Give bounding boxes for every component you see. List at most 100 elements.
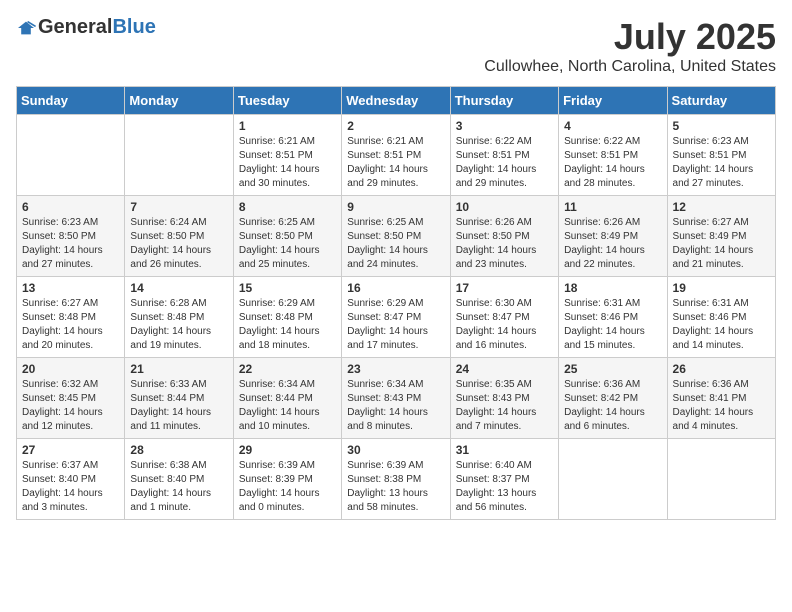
day-number: 7 [130,200,227,214]
calendar-cell: 2 Sunrise: 6:21 AM Sunset: 8:51 PM Daylig… [342,115,450,196]
day-info: Sunrise: 6:29 AM Sunset: 8:47 PM Dayligh… [347,297,444,353]
day-number: 24 [456,362,553,376]
calendar-cell: 1 Sunrise: 6:21 AM Sunset: 8:51 PM Daylig… [233,115,341,196]
day-info: Sunrise: 6:31 AM Sunset: 8:46 PM Dayligh… [673,297,770,353]
day-info: Sunrise: 6:22 AM Sunset: 8:51 PM Dayligh… [456,135,553,191]
week-row-5: 27 Sunrise: 6:37 AM Sunset: 8:40 PM Dayli… [17,439,776,520]
day-info: Sunrise: 6:39 AM Sunset: 8:39 PM Dayligh… [239,459,336,515]
day-number: 23 [347,362,444,376]
day-info: Sunrise: 6:26 AM Sunset: 8:50 PM Dayligh… [456,216,553,272]
weekday-header-sunday: Sunday [17,87,125,115]
day-number: 13 [22,281,119,295]
day-number: 19 [673,281,770,295]
day-number: 16 [347,281,444,295]
day-info: Sunrise: 6:22 AM Sunset: 8:51 PM Dayligh… [564,135,661,191]
calendar-cell: 26 Sunrise: 6:36 AM Sunset: 8:41 PM Dayli… [667,358,775,439]
day-info: Sunrise: 6:27 AM Sunset: 8:48 PM Dayligh… [22,297,119,353]
calendar-body: 1 Sunrise: 6:21 AM Sunset: 8:51 PM Daylig… [17,115,776,520]
logo: General Blue [16,16,156,39]
calendar-cell: 20Sunrise: 6:32 AM Sunset: 8:45 PM Dayli… [17,358,125,439]
calendar-cell: 8 Sunrise: 6:25 AM Sunset: 8:50 PM Daylig… [233,196,341,277]
day-number: 17 [456,281,553,295]
day-info: Sunrise: 6:21 AM Sunset: 8:51 PM Dayligh… [239,135,336,191]
day-info: Sunrise: 6:36 AM Sunset: 8:41 PM Dayligh… [673,378,770,434]
weekday-header-wednesday: Wednesday [342,87,450,115]
day-number: 4 [564,119,661,133]
calendar-cell: 4 Sunrise: 6:22 AM Sunset: 8:51 PM Daylig… [559,115,667,196]
week-row-2: 6Sunrise: 6:23 AM Sunset: 8:50 PM Daylig… [17,196,776,277]
calendar-cell: 12Sunrise: 6:27 AM Sunset: 8:49 PM Dayli… [667,196,775,277]
logo-icon [16,20,36,36]
day-number: 27 [22,443,119,457]
weekday-row: SundayMondayTuesdayWednesdayThursdayFrid… [17,87,776,115]
day-number: 3 [456,119,553,133]
day-info: Sunrise: 6:36 AM Sunset: 8:42 PM Dayligh… [564,378,661,434]
day-number: 20 [22,362,119,376]
day-number: 26 [673,362,770,376]
calendar-cell [559,439,667,520]
calendar-cell: 11 Sunrise: 6:26 AM Sunset: 8:49 PM Dayli… [559,196,667,277]
calendar-cell: 23 Sunrise: 6:34 AM Sunset: 8:43 PM Dayli… [342,358,450,439]
calendar-cell [125,115,233,196]
calendar-cell: 5Sunrise: 6:23 AM Sunset: 8:51 PM Daylig… [667,115,775,196]
day-number: 10 [456,200,553,214]
day-number: 1 [239,119,336,133]
day-info: Sunrise: 6:40 AM Sunset: 8:37 PM Dayligh… [456,459,553,515]
calendar-cell: 25 Sunrise: 6:36 AM Sunset: 8:42 PM Dayli… [559,358,667,439]
day-info: Sunrise: 6:24 AM Sunset: 8:50 PM Dayligh… [130,216,227,272]
day-info: Sunrise: 6:30 AM Sunset: 8:47 PM Dayligh… [456,297,553,353]
day-info: Sunrise: 6:28 AM Sunset: 8:48 PM Dayligh… [130,297,227,353]
location: Cullowhee, North Carolina, United States [484,58,776,76]
day-number: 8 [239,200,336,214]
calendar-cell: 15Sunrise: 6:29 AM Sunset: 8:48 PM Dayli… [233,277,341,358]
calendar-cell: 16 Sunrise: 6:29 AM Sunset: 8:47 PM Dayli… [342,277,450,358]
calendar-cell: 3 Sunrise: 6:22 AM Sunset: 8:51 PM Daylig… [450,115,558,196]
day-info: Sunrise: 6:21 AM Sunset: 8:51 PM Dayligh… [347,135,444,191]
weekday-header-monday: Monday [125,87,233,115]
day-number: 21 [130,362,227,376]
day-number: 9 [347,200,444,214]
calendar-cell: 9 Sunrise: 6:25 AM Sunset: 8:50 PM Daylig… [342,196,450,277]
calendar-cell: 21Sunrise: 6:33 AM Sunset: 8:44 PM Dayli… [125,358,233,439]
logo-general: General [38,16,112,39]
day-info: Sunrise: 6:25 AM Sunset: 8:50 PM Dayligh… [347,216,444,272]
weekday-header-thursday: Thursday [450,87,558,115]
day-number: 28 [130,443,227,457]
calendar-cell: 24 Sunrise: 6:35 AM Sunset: 8:43 PM Dayli… [450,358,558,439]
calendar-cell [17,115,125,196]
day-info: Sunrise: 6:26 AM Sunset: 8:49 PM Dayligh… [564,216,661,272]
day-number: 2 [347,119,444,133]
calendar-cell: 10 Sunrise: 6:26 AM Sunset: 8:50 PM Dayli… [450,196,558,277]
calendar-header: SundayMondayTuesdayWednesdayThursdayFrid… [17,87,776,115]
day-number: 12 [673,200,770,214]
day-info: Sunrise: 6:35 AM Sunset: 8:43 PM Dayligh… [456,378,553,434]
calendar: SundayMondayTuesdayWednesdayThursdayFrid… [16,86,776,520]
day-info: Sunrise: 6:34 AM Sunset: 8:43 PM Dayligh… [347,378,444,434]
calendar-cell: 30 Sunrise: 6:39 AM Sunset: 8:38 PM Dayli… [342,439,450,520]
day-info: Sunrise: 6:39 AM Sunset: 8:38 PM Dayligh… [347,459,444,515]
weekday-header-friday: Friday [559,87,667,115]
day-info: Sunrise: 6:37 AM Sunset: 8:40 PM Dayligh… [22,459,119,515]
calendar-cell [667,439,775,520]
weekday-header-tuesday: Tuesday [233,87,341,115]
day-number: 5 [673,119,770,133]
calendar-cell: 28 Sunrise: 6:38 AM Sunset: 8:40 PM Dayli… [125,439,233,520]
calendar-cell: 7 Sunrise: 6:24 AM Sunset: 8:50 PM Daylig… [125,196,233,277]
day-number: 11 [564,200,661,214]
day-number: 6 [22,200,119,214]
day-info: Sunrise: 6:29 AM Sunset: 8:48 PM Dayligh… [239,297,336,353]
logo-blue: Blue [112,16,155,39]
day-number: 22 [239,362,336,376]
day-number: 25 [564,362,661,376]
calendar-cell: 13 Sunrise: 6:27 AM Sunset: 8:48 PM Dayli… [17,277,125,358]
calendar-cell: 6Sunrise: 6:23 AM Sunset: 8:50 PM Daylig… [17,196,125,277]
day-number: 14 [130,281,227,295]
day-number: 18 [564,281,661,295]
day-number: 30 [347,443,444,457]
day-info: Sunrise: 6:38 AM Sunset: 8:40 PM Dayligh… [130,459,227,515]
weekday-header-saturday: Saturday [667,87,775,115]
week-row-1: 1 Sunrise: 6:21 AM Sunset: 8:51 PM Daylig… [17,115,776,196]
day-info: Sunrise: 6:25 AM Sunset: 8:50 PM Dayligh… [239,216,336,272]
week-row-3: 13 Sunrise: 6:27 AM Sunset: 8:48 PM Dayli… [17,277,776,358]
calendar-cell: 29Sunrise: 6:39 AM Sunset: 8:39 PM Dayli… [233,439,341,520]
